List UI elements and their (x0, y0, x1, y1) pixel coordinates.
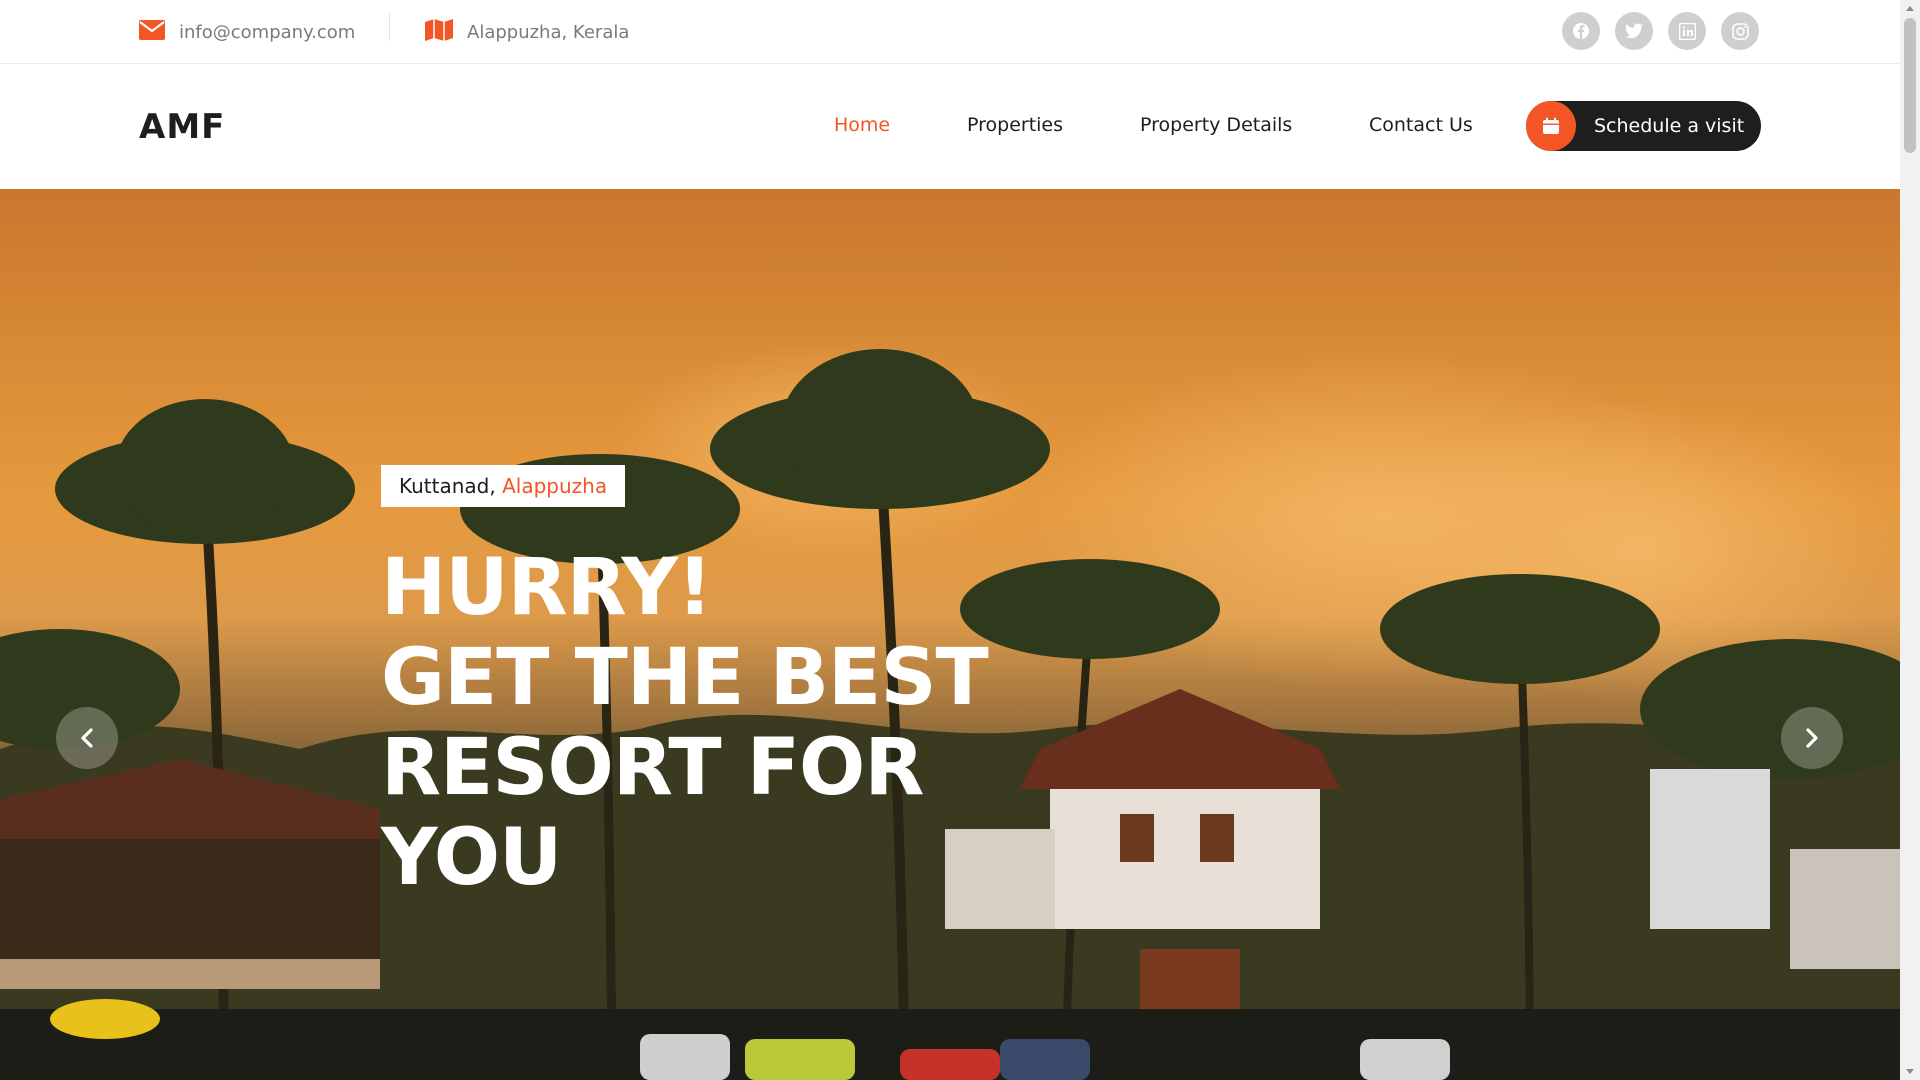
schedule-visit-label: Schedule a visit (1594, 115, 1745, 137)
page-scrollbar[interactable] (1900, 0, 1920, 1080)
scroll-up-arrow[interactable] (1906, 6, 1914, 11)
facebook-icon[interactable] (1562, 12, 1600, 50)
hero-title-line: GET THE BEST (381, 633, 989, 723)
hero-slider: Kuttanad, Alappuzha HURRY! GET THE BEST … (0, 189, 1900, 1080)
nav-home[interactable]: Home (834, 114, 890, 136)
schedule-visit-button[interactable]: Schedule a visit (1526, 101, 1761, 151)
hero-title-line: HURRY! (381, 543, 713, 633)
nav-property-details[interactable]: Property Details (1140, 114, 1292, 136)
hero-title-line: RESORT FOR (381, 723, 924, 813)
top-info-bar: info@company.com Alappuzha, Kerala (0, 0, 1900, 64)
slider-prev-button[interactable] (56, 707, 118, 769)
scrollbar-thumb[interactable] (1904, 18, 1916, 153)
map-icon (425, 18, 467, 46)
envelope-icon (139, 19, 179, 45)
location-prefix: Kuttanad, (399, 474, 503, 498)
main-header: AMF Home Properties Property Details Con… (0, 65, 1900, 189)
twitter-icon[interactable] (1615, 12, 1653, 50)
topbar-divider (389, 13, 390, 41)
chevron-right-icon (1806, 728, 1818, 748)
contact-email[interactable]: info@company.com (139, 0, 355, 64)
social-links (1562, 12, 1759, 50)
chevron-left-icon (81, 728, 93, 748)
email-text: info@company.com (179, 21, 356, 43)
slider-next-button[interactable] (1781, 707, 1843, 769)
nav-properties[interactable]: Properties (967, 114, 1063, 136)
scroll-down-arrow[interactable] (1906, 1069, 1914, 1074)
location-highlight: Alappuzha (502, 474, 608, 498)
address-text: Alappuzha, Kerala (467, 21, 630, 43)
contact-address: Alappuzha, Kerala (425, 0, 629, 64)
nav-contact-us[interactable]: Contact Us (1369, 114, 1473, 136)
calendar-icon (1526, 101, 1576, 151)
instagram-icon[interactable] (1721, 12, 1759, 50)
location-tag: Kuttanad, Alappuzha (381, 465, 626, 507)
hero-title-line: YOU (381, 813, 562, 903)
site-logo[interactable]: AMF (139, 107, 225, 147)
hero-content: Kuttanad, Alappuzha HURRY! GET THE BEST … (381, 465, 989, 903)
linkedin-icon[interactable] (1668, 12, 1706, 50)
hero-title: HURRY! GET THE BEST RESORT FOR YOU (381, 543, 989, 903)
